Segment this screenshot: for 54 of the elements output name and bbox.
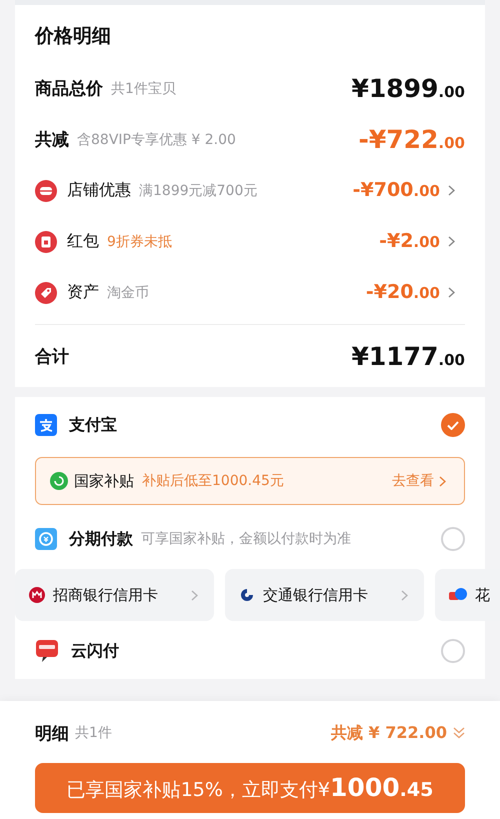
chevron-right-icon bbox=[401, 590, 408, 600]
discount-row[interactable]: 资产 淘金币 -¥20.00 bbox=[35, 267, 465, 318]
payment-name: 分期付款 bbox=[69, 528, 133, 550]
check-icon bbox=[447, 420, 459, 430]
banner-note: 补贴后低至1000.45元 bbox=[142, 472, 284, 490]
radio-button[interactable] bbox=[441, 639, 465, 663]
banner-label: 国家补贴 bbox=[74, 472, 134, 490]
price: -¥722.00 bbox=[358, 127, 465, 152]
total-label: 合计 bbox=[35, 346, 69, 368]
detail-label: 明细 bbox=[35, 722, 69, 744]
subsidy-banner[interactable]: 国家补贴 补贴后低至1000.45元 去查看 bbox=[35, 457, 465, 505]
payment-name: 云闪付 bbox=[71, 640, 119, 662]
chevron-right-icon bbox=[448, 236, 455, 247]
price: -¥20.00 bbox=[366, 283, 440, 302]
summary-label: 商品总价 bbox=[35, 78, 103, 100]
discount-label: 资产 bbox=[67, 282, 99, 303]
cloud-pay-icon bbox=[35, 639, 59, 663]
chevron-right-icon bbox=[439, 476, 446, 486]
bank-logo-icon bbox=[29, 587, 45, 603]
payment-note: 可享国家补贴，金额以付款时为准 bbox=[141, 530, 351, 548]
discount-row[interactable]: 店铺优惠 满1899元减700元 -¥700.00 bbox=[35, 165, 465, 216]
discount-note: 满1899元减700元 bbox=[139, 182, 258, 200]
discount-label: 店铺优惠 bbox=[67, 180, 131, 201]
card-chip[interactable]: 招商银行信用卡 bbox=[15, 569, 214, 621]
radio-button[interactable] bbox=[441, 527, 465, 551]
refresh-icon bbox=[50, 472, 68, 490]
discount-note: 9折券未抵 bbox=[107, 232, 172, 250]
chevron-right-icon bbox=[191, 590, 198, 600]
wallet-app-icon bbox=[35, 414, 57, 436]
total-saving: 共减 ¥ 722.00 bbox=[330, 722, 447, 744]
summary-note: 共1件宝贝 bbox=[111, 80, 176, 98]
price: ¥1177.00 bbox=[351, 344, 465, 368]
shop-icon bbox=[35, 180, 57, 202]
discount-note: 淘金币 bbox=[107, 284, 149, 302]
bank-logo-icon bbox=[239, 587, 255, 603]
payment-name: 支付宝 bbox=[69, 414, 117, 436]
chevron-right-icon bbox=[448, 287, 455, 298]
double-chevron-down-icon[interactable] bbox=[453, 726, 465, 740]
card-chip[interactable]: 交通银行信用卡 bbox=[225, 569, 424, 621]
price: -¥700.00 bbox=[352, 181, 440, 200]
envelope-icon bbox=[35, 230, 57, 252]
price: -¥2.00 bbox=[379, 232, 440, 251]
summary-label: 共减 bbox=[35, 129, 69, 151]
installment-icon bbox=[35, 528, 57, 550]
tag-icon bbox=[35, 282, 57, 304]
discount-label: 红包 bbox=[67, 231, 99, 252]
item-count: 共1件 bbox=[75, 724, 112, 742]
summary-note: 含88VIP专享优惠 ¥ 2.00 bbox=[77, 130, 236, 148]
discount-row[interactable]: 红包 9折券未抵 -¥2.00 bbox=[35, 216, 465, 267]
radio-button[interactable] bbox=[441, 413, 465, 437]
section-title: 价格明细 bbox=[35, 24, 111, 49]
credit-app-icon bbox=[449, 587, 467, 603]
price: ¥1899.00 bbox=[351, 76, 465, 101]
chevron-right-icon bbox=[448, 185, 455, 196]
